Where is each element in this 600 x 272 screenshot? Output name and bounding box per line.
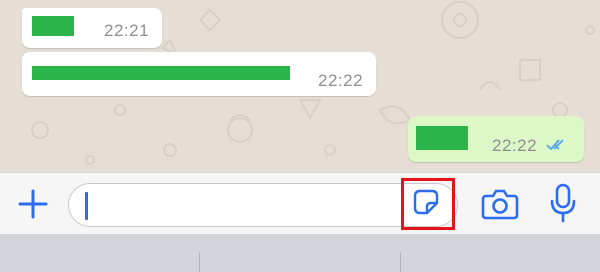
keyboard-divider (199, 252, 200, 272)
message-time: 22:22 (318, 71, 364, 90)
keyboard-area (0, 234, 600, 272)
message-time: 22:21 (104, 21, 150, 40)
message-bubble-incoming-2[interactable]: 22:22 (22, 52, 376, 96)
redacted-text (32, 16, 74, 36)
camera-icon[interactable] (480, 187, 520, 221)
plus-icon[interactable] (16, 187, 50, 221)
read-receipt-icon (546, 139, 564, 151)
sticker-button[interactable] (401, 178, 455, 230)
message-input[interactable] (68, 178, 458, 230)
keyboard-divider (400, 252, 401, 272)
microphone-icon[interactable] (548, 183, 578, 223)
redacted-text (416, 126, 468, 150)
message-time: 22:22 (492, 136, 538, 155)
redacted-text (32, 66, 290, 80)
sticker-icon (413, 189, 439, 215)
message-bubble-outgoing[interactable]: 22:22 (408, 116, 584, 162)
text-caret (85, 192, 88, 220)
chat-area: 22:21 22:22 22:22 (0, 0, 600, 172)
message-bubble-incoming-1[interactable]: 22:21 (22, 8, 162, 48)
message-composer-bar (0, 172, 600, 235)
